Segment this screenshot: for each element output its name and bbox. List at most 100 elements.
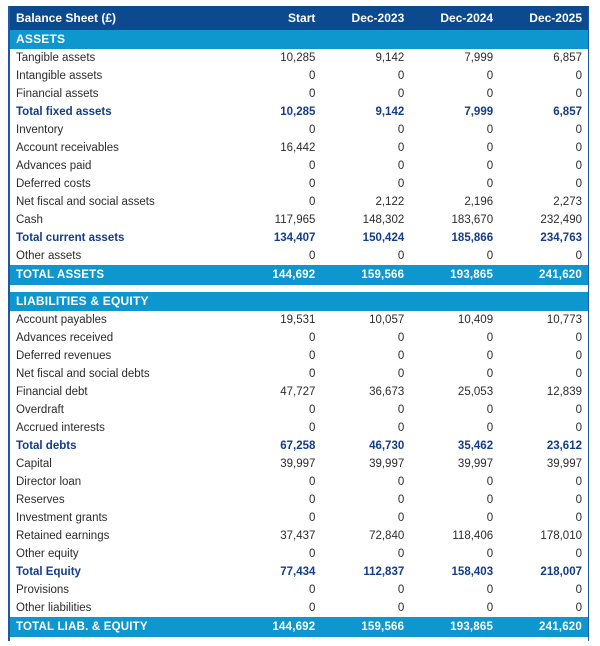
subtotal-row: Total Equity 77,434 112,837 158,403 218,007 — [10, 563, 588, 581]
row-label: Other assets — [10, 247, 233, 265]
row-value-4: 0 — [499, 491, 588, 509]
row-value-3: 0 — [410, 545, 500, 563]
row-value-3: 0 — [410, 473, 500, 491]
row-value-4: 0 — [499, 175, 588, 193]
row-label: Inventory — [10, 121, 233, 139]
balance-sheet: Balance Sheet (£) Start Dec-2023 Dec-2024 De… — [10, 6, 588, 641]
row-value-4: 0 — [499, 85, 588, 103]
row-value-2: 0 — [321, 581, 411, 599]
row-value-1: 0 — [232, 581, 322, 599]
row-value-2: 10,057 — [321, 311, 411, 329]
row-value-3: 0 — [410, 329, 500, 347]
table-row: Inventory 0 0 0 0 — [10, 121, 588, 139]
row-value-4: 12,839 — [499, 383, 588, 401]
table-row: Provisions 0 0 0 0 — [10, 581, 588, 599]
row-value-2: 0 — [321, 67, 411, 85]
row-value-2: 0 — [321, 419, 411, 437]
column-header-period-4[interactable]: Dec-2025 — [499, 6, 588, 30]
table-row: Deferred revenues 0 0 0 0 — [10, 347, 588, 365]
row-label: Net fiscal and social debts — [10, 365, 233, 383]
table-row: Other equity 0 0 0 0 — [10, 545, 588, 563]
row-value-2: 0 — [321, 491, 411, 509]
column-header-period-3[interactable]: Dec-2024 — [410, 6, 500, 30]
row-value-2: 0 — [321, 365, 411, 383]
row-value-1: 117,965 — [232, 211, 322, 229]
subtotal-row: Total debts 67,258 46,730 35,462 23,612 — [10, 437, 588, 455]
table-row: Reserves 0 0 0 0 — [10, 491, 588, 509]
row-value-4: 6,857 — [499, 49, 588, 67]
column-header-period-1[interactable]: Start — [232, 6, 322, 30]
row-value-1: 0 — [232, 545, 322, 563]
row-value-4: 0 — [499, 599, 588, 617]
row-value-4: 10,773 — [499, 311, 588, 329]
row-value-3: 0 — [410, 157, 500, 175]
row-value-3: 10,409 — [410, 311, 500, 329]
row-value-1: 37,437 — [232, 527, 322, 545]
grand-total-label: TOTAL LIAB. & EQUITY — [10, 617, 233, 637]
row-value-2: 46,730 — [321, 437, 411, 455]
row-value-2: 0 — [321, 347, 411, 365]
grand-total-value-2: 159,566 — [321, 617, 411, 637]
row-value-4: 0 — [499, 581, 588, 599]
row-value-3: 0 — [410, 581, 500, 599]
column-header-period-2[interactable]: Dec-2023 — [321, 6, 411, 30]
row-label: Account payables — [10, 311, 233, 329]
row-value-3: 0 — [410, 247, 500, 265]
row-value-2: 39,997 — [321, 455, 411, 473]
row-label: Provisions — [10, 581, 233, 599]
row-value-3: 2,196 — [410, 193, 500, 211]
table-row: Intangible assets 0 0 0 0 — [10, 67, 588, 85]
column-header-title[interactable]: Balance Sheet (£) — [10, 6, 233, 30]
grand-total-row: TOTAL ASSETS 144,692 159,566 193,865 241,620 — [10, 265, 588, 285]
row-value-2: 0 — [321, 599, 411, 617]
row-value-1: 16,442 — [232, 139, 322, 157]
row-label: Overdraft — [10, 401, 233, 419]
table-row: Investment grants 0 0 0 0 — [10, 509, 588, 527]
row-value-1: 0 — [232, 401, 322, 419]
row-value-4: 0 — [499, 509, 588, 527]
table-row: Other liabilities 0 0 0 0 — [10, 599, 588, 617]
balance-sheet-table: Balance Sheet (£) Start Dec-2023 Dec-2024 De… — [8, 6, 589, 641]
grand-total-value-4: 241,620 — [499, 265, 588, 285]
table-tail — [10, 637, 588, 641]
row-value-2: 2,122 — [321, 193, 411, 211]
row-value-3: 25,053 — [410, 383, 500, 401]
table-row: Advances received 0 0 0 0 — [10, 329, 588, 347]
row-value-3: 35,462 — [410, 437, 500, 455]
row-value-4: 0 — [499, 247, 588, 265]
section-band-1: ASSETS — [10, 30, 588, 49]
row-value-1: 47,727 — [232, 383, 322, 401]
row-value-4: 0 — [499, 139, 588, 157]
row-label: Total Equity — [10, 563, 233, 581]
row-label: Account receivables — [10, 139, 233, 157]
row-value-1: 19,531 — [232, 311, 322, 329]
row-value-4: 0 — [499, 329, 588, 347]
row-value-2: 9,142 — [321, 103, 411, 121]
grand-total-value-1: 144,692 — [232, 617, 322, 637]
grand-total-value-2: 159,566 — [321, 265, 411, 285]
table-row: Tangible assets 10,285 9,142 7,999 6,857 — [10, 49, 588, 67]
row-value-1: 0 — [232, 491, 322, 509]
row-value-1: 0 — [232, 157, 322, 175]
row-value-2: 72,840 — [321, 527, 411, 545]
row-value-2: 0 — [321, 401, 411, 419]
section-band-2: LIABILITIES & EQUITY — [10, 292, 588, 311]
row-value-1: 0 — [232, 193, 322, 211]
row-value-1: 0 — [232, 247, 322, 265]
row-label: Other equity — [10, 545, 233, 563]
row-value-1: 0 — [232, 347, 322, 365]
row-label: Director loan — [10, 473, 233, 491]
subtotal-row: Total fixed assets 10,285 9,142 7,999 6,857 — [10, 103, 588, 121]
row-value-4: 0 — [499, 545, 588, 563]
grand-total-value-1: 144,692 — [232, 265, 322, 285]
row-value-1: 0 — [232, 509, 322, 527]
table-row: Overdraft 0 0 0 0 — [10, 401, 588, 419]
row-value-1: 134,407 — [232, 229, 322, 247]
table-row: Net fiscal and social debts 0 0 0 0 — [10, 365, 588, 383]
row-label: Financial assets — [10, 85, 233, 103]
row-value-2: 0 — [321, 247, 411, 265]
row-value-3: 0 — [410, 599, 500, 617]
row-label: Cash — [10, 211, 233, 229]
row-value-3: 0 — [410, 85, 500, 103]
grand-total-value-3: 193,865 — [410, 265, 500, 285]
